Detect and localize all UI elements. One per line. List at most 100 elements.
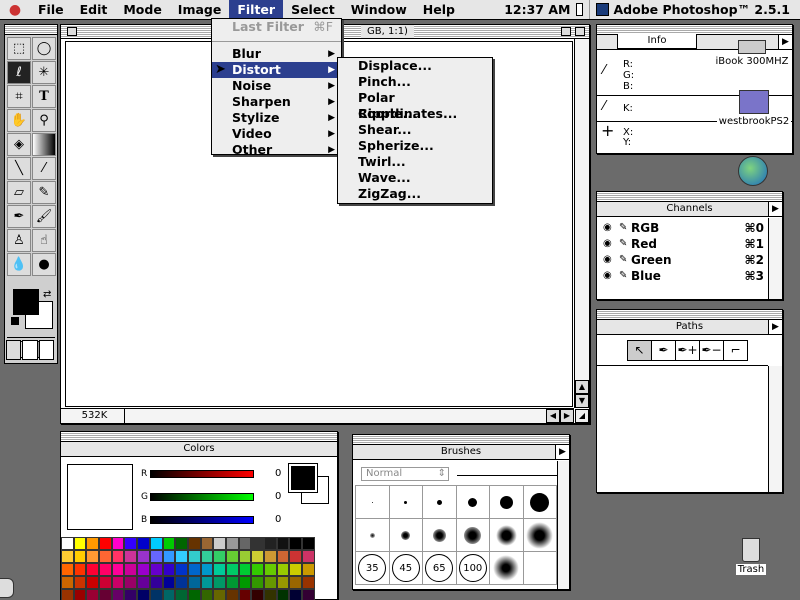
- menu-item-polar-coordinates[interactable]: Polar Coordinates...: [338, 90, 492, 121]
- color-swatch[interactable]: [86, 537, 100, 550]
- color-swatch[interactable]: [73, 563, 87, 576]
- color-swatch[interactable]: [276, 537, 290, 550]
- menu-item-distort[interactable]: Distort ▶: [212, 62, 341, 78]
- color-swatch[interactable]: [73, 550, 87, 563]
- paint-bucket-tool-icon[interactable]: ◈: [7, 133, 31, 156]
- color-swatch[interactable]: [111, 589, 125, 600]
- brush-19[interactable]: [523, 486, 557, 519]
- menu-item-shear[interactable]: Shear...: [338, 122, 492, 138]
- color-swatch[interactable]: [149, 550, 163, 563]
- brush-soft-27[interactable]: [523, 519, 557, 552]
- color-swatch[interactable]: [73, 589, 87, 600]
- channel-row-blue[interactable]: ◉ ✎ Blue ⌘3: [597, 268, 768, 284]
- color-swatch[interactable]: [124, 563, 138, 576]
- color-swatch[interactable]: [61, 550, 74, 563]
- desktop-icon-westbrook[interactable]: westbrookPS2: [714, 90, 794, 127]
- brush-mode-select[interactable]: Normal ⇕: [361, 467, 449, 481]
- scroll-up-arrow-icon[interactable]: ▲: [575, 380, 589, 394]
- color-swatch[interactable]: [289, 563, 303, 576]
- magic-wand-tool-icon[interactable]: ✳: [32, 61, 56, 84]
- screen-mode-standard-icon[interactable]: [6, 340, 22, 360]
- marquee-ellipse-tool-icon[interactable]: ◯: [32, 37, 56, 60]
- brush-35[interactable]: 35: [356, 552, 390, 585]
- swap-colors-icon[interactable]: ⇄: [43, 289, 51, 300]
- color-swatch[interactable]: [238, 537, 252, 550]
- color-swatch[interactable]: [124, 589, 138, 600]
- brushes-tab[interactable]: Brushes ▶: [353, 445, 569, 460]
- brushes-scrollbar[interactable]: [557, 461, 569, 589]
- color-swatch[interactable]: [175, 550, 188, 563]
- color-swatch[interactable]: [99, 589, 112, 600]
- pencil-icon[interactable]: ✎: [619, 252, 627, 268]
- color-swatch[interactable]: [162, 576, 176, 589]
- color-swatch[interactable]: [149, 537, 163, 550]
- menu-help[interactable]: Help: [415, 0, 463, 19]
- menu-item-wave[interactable]: Wave...: [338, 170, 492, 186]
- brush-1[interactable]: [356, 486, 390, 519]
- paths-tab[interactable]: Paths ▶: [597, 320, 782, 335]
- menu-item-spherize[interactable]: Spherize...: [338, 138, 492, 154]
- eyedropper-tool-icon[interactable]: ⁄: [32, 157, 56, 180]
- resize-box-icon[interactable]: ◢: [575, 409, 589, 423]
- color-swatch[interactable]: [302, 550, 315, 563]
- document-size-readout[interactable]: 532K: [65, 409, 125, 423]
- application-menu[interactable]: Adobe Photoshop™ 2.5.1: [589, 0, 800, 19]
- menu-item-zigzag[interactable]: ZigZag...: [338, 186, 492, 202]
- color-swatch[interactable]: [99, 563, 112, 576]
- channels-titlebar[interactable]: [597, 192, 782, 202]
- color-swatch[interactable]: [137, 589, 150, 600]
- color-swatch[interactable]: [200, 589, 214, 600]
- screen-mode-full-icon[interactable]: [38, 340, 54, 360]
- channels-scrollbar[interactable]: [768, 218, 782, 299]
- color-swatch[interactable]: [175, 537, 188, 550]
- eye-icon[interactable]: ◉: [603, 236, 612, 252]
- hand-tool-icon[interactable]: ✋: [7, 109, 31, 132]
- color-swatch[interactable]: [213, 589, 226, 600]
- color-swatch[interactable]: [73, 537, 87, 550]
- color-swatch[interactable]: [149, 576, 163, 589]
- scroll-right-arrow-icon[interactable]: ▶: [560, 409, 574, 423]
- menu-file[interactable]: File: [30, 0, 72, 19]
- toolbox-titlebar[interactable]: [5, 25, 57, 35]
- desktop-icon-ibook[interactable]: iBook 300MHZ: [712, 40, 792, 67]
- color-swatch[interactable]: [137, 563, 150, 576]
- color-swatch[interactable]: [225, 550, 239, 563]
- menu-item-stylize[interactable]: Stylize ▶: [212, 110, 341, 126]
- green-slider[interactable]: [150, 493, 254, 501]
- corner-tool-icon[interactable]: ⌐: [723, 340, 748, 361]
- color-swatch[interactable]: [276, 576, 290, 589]
- color-swatch[interactable]: [99, 550, 112, 563]
- color-swatch[interactable]: [111, 563, 125, 576]
- brush-45[interactable]: 45: [389, 552, 423, 585]
- brush-soft-9[interactable]: [389, 519, 423, 552]
- color-swatch[interactable]: [264, 537, 277, 550]
- horizontal-scrollbar[interactable]: 532K ◀ ▶: [61, 408, 574, 423]
- color-swatch[interactable]: [61, 576, 74, 589]
- channel-row-red[interactable]: ◉ ✎ Red ⌘1: [597, 236, 768, 252]
- apple-menu-icon[interactable]: ●: [0, 2, 30, 18]
- color-swatch[interactable]: [264, 576, 277, 589]
- menu-select[interactable]: Select: [283, 0, 343, 19]
- color-swatch[interactable]: [251, 537, 264, 550]
- color-swatch[interactable]: [86, 550, 100, 563]
- color-swatch[interactable]: [187, 563, 201, 576]
- color-swatch[interactable]: [124, 576, 138, 589]
- menu-image[interactable]: Image: [170, 0, 230, 19]
- color-swatch[interactable]: [187, 537, 201, 550]
- color-swatch[interactable]: [289, 589, 303, 600]
- color-swatch[interactable]: [149, 589, 163, 600]
- color-swatch[interactable]: [86, 576, 100, 589]
- color-swatch[interactable]: [111, 537, 125, 550]
- palette-menu-arrow-icon[interactable]: ▶: [555, 445, 569, 459]
- color-swatch[interactable]: [175, 589, 188, 600]
- brush-soft-13[interactable]: [423, 519, 457, 552]
- color-swatch[interactable]: [213, 537, 226, 550]
- blur-tool-icon[interactable]: 💧: [7, 253, 31, 276]
- colors-tab[interactable]: Colors: [61, 442, 337, 457]
- gradient-tool-icon[interactable]: [32, 133, 56, 156]
- color-swatch[interactable]: [162, 537, 176, 550]
- dodge-burn-tool-icon[interactable]: ●: [32, 253, 56, 276]
- scroll-down-arrow-icon[interactable]: ▼: [575, 394, 589, 408]
- color-swatch[interactable]: [238, 563, 252, 576]
- color-swatch[interactable]: [251, 563, 264, 576]
